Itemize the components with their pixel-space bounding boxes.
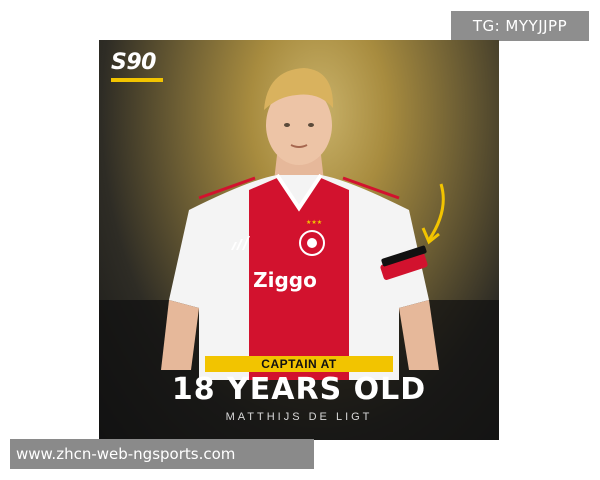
watermark-top: TG: MYYJJPP (451, 11, 589, 41)
player-name: MATTHIJS DE LIGT (225, 411, 373, 423)
watermark-bottom: www.zhcn-web-ngsports.com (10, 439, 314, 469)
page: TG: MYYJJPP ★★★ S90 Ziggo CAPTAIN AT 18 … (0, 0, 600, 480)
headline: 18 YEARS OLD (171, 372, 427, 407)
caption-ribbon: CAPTAIN AT (205, 356, 393, 372)
svg-text:★★★: ★★★ (306, 219, 322, 226)
shirt-sponsor: Ziggo (253, 268, 317, 292)
poster-image: ★★★ S90 Ziggo CAPTAIN AT 18 YEARS OLD MA… (99, 40, 499, 440)
arrow-icon (421, 183, 445, 245)
logo-underline (111, 78, 163, 82)
s90-logo: S90 (111, 50, 156, 75)
